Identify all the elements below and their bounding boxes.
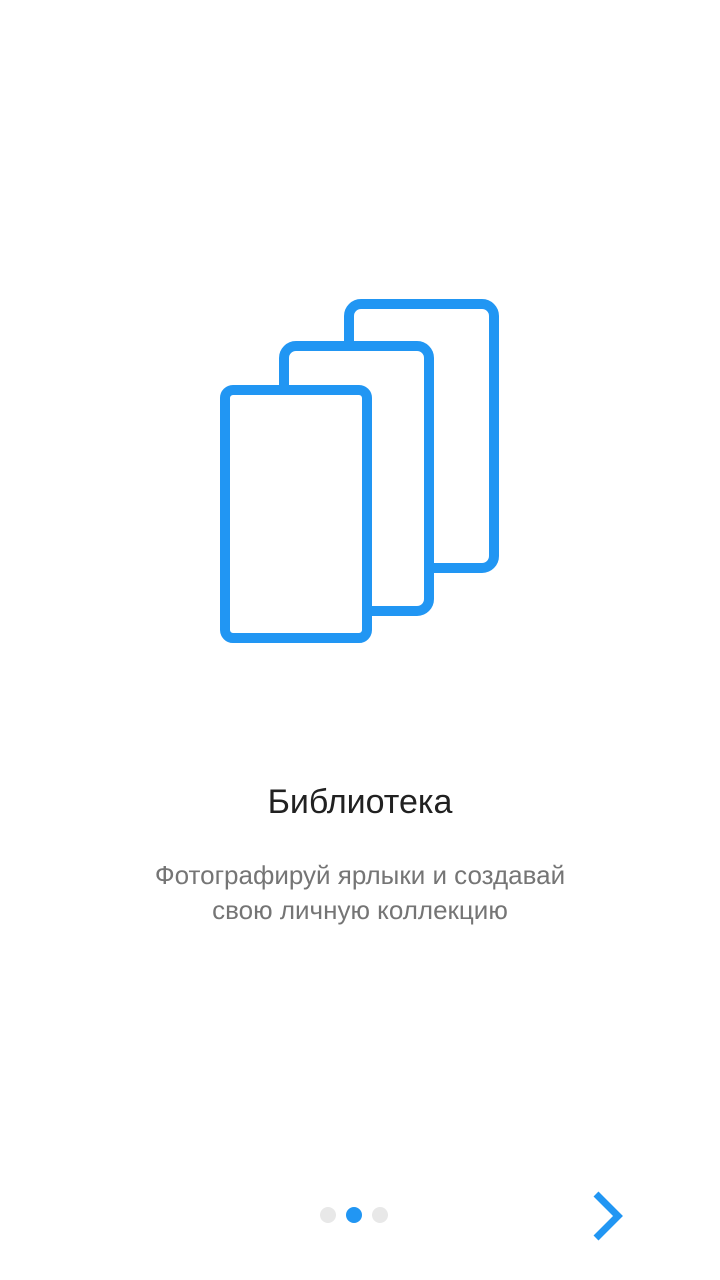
chevron-right-icon (593, 1191, 623, 1241)
description-line-1: Фотографируй ярлыки и создавай (154, 860, 566, 890)
onboarding-screen: Библиотека Фотографируй ярлыки и создава… (0, 0, 720, 1280)
page-dot-1[interactable] (320, 1207, 336, 1223)
description-line-2: свою личную коллекцию (212, 895, 508, 925)
page-title: Библиотека (267, 783, 453, 821)
page-description: Фотографируй ярлыки и создавай свою личн… (100, 858, 620, 928)
page-dot-2-active[interactable] (346, 1207, 362, 1223)
page-indicator (320, 1207, 388, 1223)
next-button[interactable] (580, 1185, 632, 1247)
page-dot-3[interactable] (372, 1207, 388, 1223)
cards-stack-icon (210, 290, 510, 650)
